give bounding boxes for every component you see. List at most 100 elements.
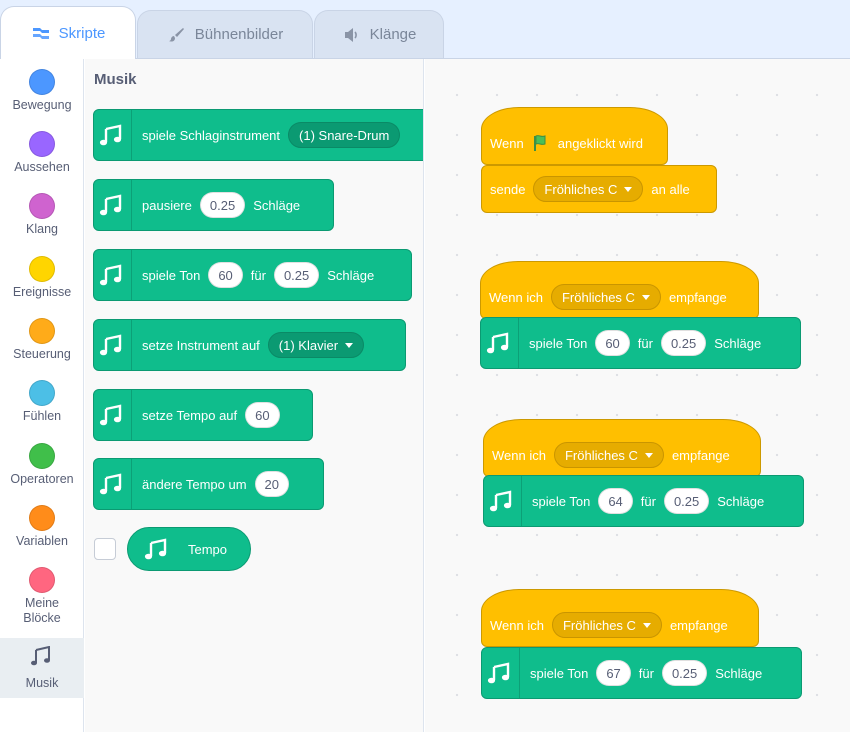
category-label: Meine Blöcke (23, 596, 61, 625)
script-workspace[interactable]: Wenn angeklickt wird sende Fröhliches C … (425, 59, 850, 732)
note-input[interactable]: 60 (595, 330, 630, 356)
message-value: Fröhliches C (562, 617, 636, 633)
block-when-receive[interactable]: Wenn ich Fröhliches C empfange (483, 419, 761, 477)
tempo-change-input[interactable]: 20 (254, 471, 290, 497)
block-text: Schläge (253, 197, 301, 213)
beats-input[interactable]: 0.25 (199, 192, 246, 218)
block-text: sende (490, 181, 526, 197)
category-dot (29, 567, 55, 593)
block-palette: Musik spiele Schlaginstrument (1) Snare-… (85, 59, 424, 732)
block-when-flag-clicked[interactable]: Wenn angeklickt wird (481, 107, 668, 165)
green-flag-icon (532, 134, 550, 152)
block-when-receive[interactable]: Wenn ich Fröhliches C empfange (480, 261, 759, 319)
category-label: Musik (25, 676, 59, 690)
code-icon (31, 23, 51, 43)
block-play-drum[interactable]: spiele Schlaginstrument (1) Snare-Drum (93, 109, 423, 161)
message-dropdown[interactable]: Fröhliches C (551, 612, 662, 638)
block-set-tempo[interactable]: setze Tempo auf 60 (93, 389, 313, 441)
block-text: spiele Ton (530, 665, 589, 681)
tempo-monitor-checkbox[interactable] (94, 538, 116, 560)
music-icon (94, 390, 132, 440)
instrument-dropdown[interactable]: (1) Klavier (267, 332, 365, 358)
beats-input[interactable]: 0.25 (663, 488, 710, 514)
beats-input[interactable]: 0.25 (661, 660, 708, 686)
beats-input[interactable]: 0.25 (273, 262, 320, 288)
tab-scripts[interactable]: Skripte (0, 6, 136, 59)
message-dropdown[interactable]: Fröhliches C (533, 176, 644, 202)
block-text: empfange (669, 617, 728, 633)
music-icon (481, 318, 519, 368)
music-icon (144, 537, 172, 561)
block-text: Wenn ich (492, 447, 546, 463)
category-dot (29, 193, 55, 219)
block-text: Wenn ich (490, 617, 544, 633)
music-notes-icon (30, 645, 54, 673)
category-dot (29, 505, 55, 531)
block-text: angeklickt wird (557, 135, 643, 151)
note-input[interactable]: 60 (208, 262, 243, 288)
category-motion[interactable]: Bewegung (0, 67, 84, 123)
note-input[interactable]: 67 (596, 660, 631, 686)
category-my-blocks[interactable]: Meine Blöcke (0, 565, 84, 635)
block-play-note[interactable]: spiele Ton 60 für 0.25 Schläge (93, 249, 412, 301)
block-when-receive[interactable]: Wenn ich Fröhliches C empfange (481, 589, 759, 647)
block-tempo-reporter[interactable]: Tempo (127, 527, 251, 571)
drum-dropdown[interactable]: (1) Snare-Drum (288, 122, 401, 148)
message-dropdown[interactable]: Fröhliches C (550, 284, 661, 310)
category-control[interactable]: Steuerung (0, 316, 84, 372)
brush-icon (167, 25, 187, 45)
category-dot (29, 443, 55, 469)
music-icon (94, 320, 132, 370)
block-broadcast[interactable]: sende Fröhliches C an alle (481, 165, 717, 213)
block-text: Schläge (717, 493, 765, 509)
category-dot (29, 380, 55, 406)
category-label: Operatoren (10, 472, 74, 486)
music-icon (484, 476, 522, 526)
category-looks[interactable]: Aussehen (0, 129, 84, 185)
chevron-down-icon (641, 294, 650, 300)
tempo-input[interactable]: 60 (245, 402, 280, 428)
category-label: Klang (26, 222, 58, 236)
note-input[interactable]: 64 (598, 488, 633, 514)
block-text: spiele Ton (532, 493, 591, 509)
message-dropdown[interactable]: Fröhliches C (553, 442, 664, 468)
tab-backdrops[interactable]: Bühnenbilder (137, 10, 313, 58)
block-text: an alle (651, 181, 690, 197)
category-sound[interactable]: Klang (0, 191, 84, 247)
category-dot (29, 318, 55, 344)
block-play-note[interactable]: spiele Ton 67 für 0.25 Schläge (481, 647, 802, 699)
editor-frame: Bewegung Aussehen Klang Ereignisse Steue… (0, 58, 850, 732)
block-set-instrument[interactable]: setze Instrument auf (1) Klavier (93, 319, 406, 371)
block-rest[interactable]: pausiere 0.25 Schläge (93, 179, 334, 231)
block-text: Schläge (715, 665, 763, 681)
category-events[interactable]: Ereignisse (0, 254, 84, 310)
block-text: ändere Tempo um (142, 476, 247, 492)
block-text: spiele Ton (529, 335, 588, 351)
music-icon (94, 180, 132, 230)
category-music[interactable]: Musik (0, 638, 84, 698)
block-play-note[interactable]: spiele Ton 64 für 0.25 Schläge (483, 475, 804, 527)
category-variables[interactable]: Variablen (0, 503, 84, 559)
category-operators[interactable]: Operatoren (0, 441, 84, 497)
editor-tab-bar: Skripte Bühnenbilder Klänge (0, 0, 850, 59)
chevron-down-icon (644, 452, 653, 458)
category-label: Ereignisse (12, 285, 72, 299)
message-value: Fröhliches C (561, 289, 635, 305)
block-text: setze Instrument auf (142, 337, 260, 353)
category-dot (29, 256, 55, 282)
tab-sounds[interactable]: Klänge (314, 10, 444, 58)
category-sensing[interactable]: Fühlen (0, 378, 84, 434)
drum-value: (1) Snare-Drum (299, 127, 390, 143)
block-text: Wenn ich (489, 289, 543, 305)
music-icon (482, 648, 520, 698)
block-change-tempo[interactable]: ändere Tempo um 20 (93, 458, 324, 510)
sound-icon (342, 25, 362, 45)
block-text: Wenn (490, 135, 524, 151)
beats-input[interactable]: 0.25 (660, 330, 707, 356)
music-icon (94, 459, 132, 509)
category-dot (29, 131, 55, 157)
tab-label: Skripte (58, 24, 106, 42)
block-play-note[interactable]: spiele Ton 60 für 0.25 Schläge (480, 317, 801, 369)
block-text: für (250, 267, 266, 283)
chevron-down-icon (624, 186, 633, 192)
